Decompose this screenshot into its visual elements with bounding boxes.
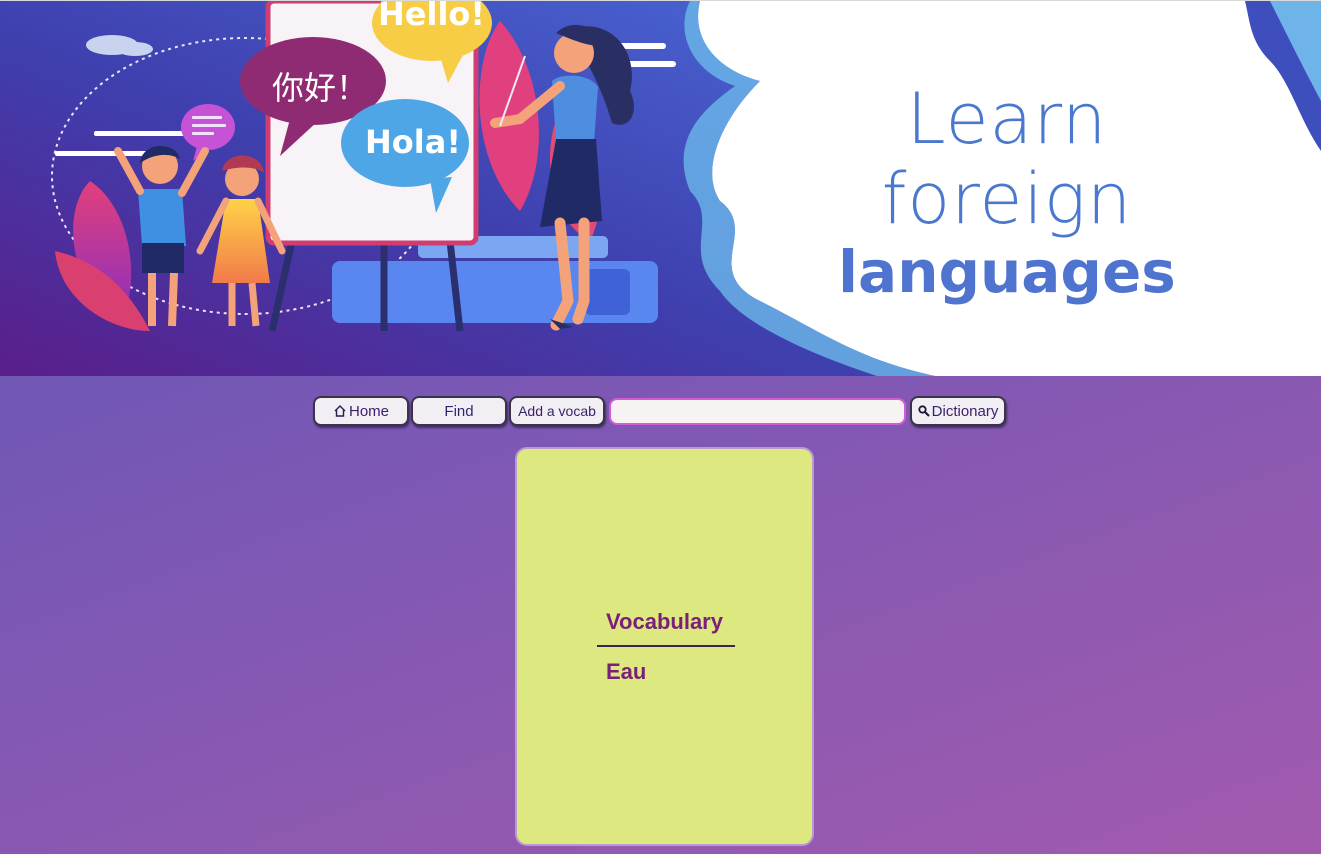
- banner-headline: Learn foreign languages: [777, 79, 1237, 305]
- bubble-nihao-text: 你好！: [272, 69, 369, 107]
- bubble-hello-text: Hello!: [378, 0, 485, 33]
- dictionary-button[interactable]: Dictionary: [910, 396, 1006, 426]
- banner-headline-line1: Learn foreign: [881, 78, 1133, 240]
- home-icon: [334, 405, 346, 417]
- home-button-label: Home: [348, 402, 389, 420]
- search-input[interactable]: [609, 398, 906, 425]
- find-button-label: Find: [444, 402, 474, 420]
- home-button[interactable]: Home: [313, 396, 409, 426]
- card-divider: [597, 645, 735, 647]
- card-heading: Vocabulary: [606, 609, 723, 634]
- hero-banner: Hello! 你好！ Hola! Learn foreign languages: [0, 0, 1321, 376]
- banner-headline-line2: languages: [838, 238, 1176, 306]
- add-vocab-button-label: Add a vocab: [518, 403, 596, 419]
- vocabulary-card[interactable]: Vocabulary Eau: [515, 447, 814, 846]
- bubble-hola-text: Hola!: [365, 123, 461, 161]
- search-icon: [918, 405, 930, 417]
- dictionary-button-label: Dictionary: [931, 402, 999, 420]
- add-vocab-button[interactable]: Add a vocab: [509, 396, 605, 426]
- find-button[interactable]: Find: [411, 396, 507, 426]
- card-word: Eau: [606, 659, 647, 684]
